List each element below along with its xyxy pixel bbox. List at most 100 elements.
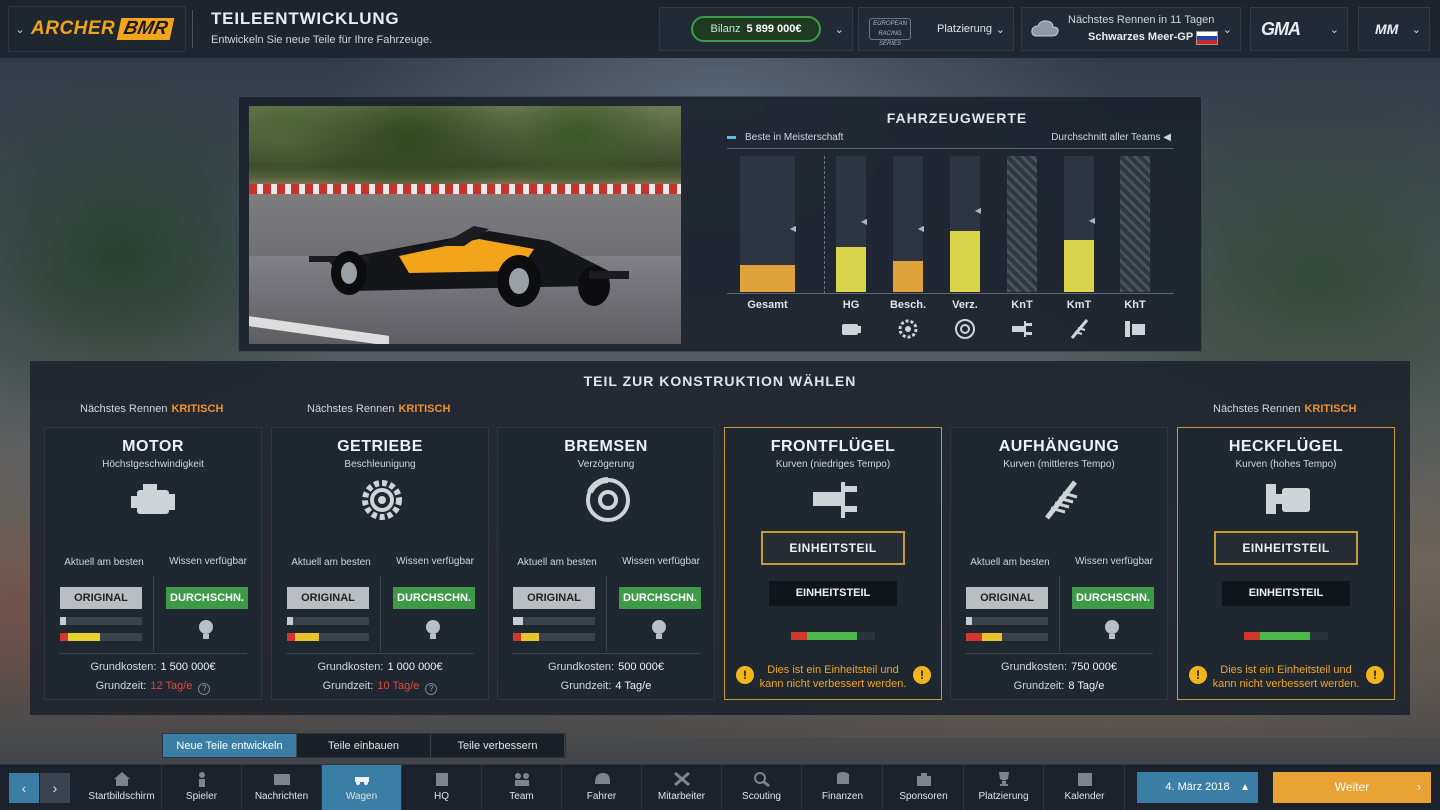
standings-label: Platzierung [937, 23, 993, 35]
critical-label: Nächstes Rennen [80, 403, 168, 415]
unit-part-button[interactable]: EINHEITSTEIL [1214, 531, 1358, 565]
unit-part-button[interactable]: EINHEITSTEIL [761, 531, 905, 565]
average-badge[interactable]: DURCHSCHN. [393, 587, 475, 609]
standings-widget[interactable]: EUROPEAN RACING SERIES Platzierung ⌄ [858, 7, 1014, 51]
trophy-icon [998, 772, 1009, 786]
nav-startbildschirm[interactable]: Startbildschirm [82, 765, 162, 810]
current-date: 4. März 2018 [1165, 781, 1230, 793]
part-description: Kurven (mittleres Tempo) [1003, 459, 1115, 470]
page-title: TEILEENTWICKLUNG [211, 9, 400, 28]
original-badge[interactable]: ORIGINAL [966, 587, 1048, 609]
nav-fahrer[interactable]: Fahrer [562, 765, 642, 810]
mail-icon [273, 774, 290, 785]
original-badge[interactable]: ORIGINAL [287, 587, 369, 609]
chart-title: FAHRZEUGWERTE [886, 110, 1028, 126]
team-icon [514, 773, 529, 786]
team-selector[interactable]: ⌄ ARCHER BMR [8, 6, 186, 52]
nav-mitarbeiter[interactable]: Mitarbeiter [642, 765, 722, 810]
knowledge-label: Wissen verfügbar [622, 556, 700, 567]
back-arrow-button[interactable]: ‹ [9, 773, 39, 803]
tab-new-parts[interactable]: Neue Teile entwickeln [163, 734, 297, 757]
bar-label: Besch. [889, 299, 927, 311]
part-card-bremsen[interactable]: BREMSEN Verzögerung Aktuell am besten Wi… [497, 427, 715, 700]
original-badge[interactable]: ORIGINAL [513, 587, 595, 609]
critical-badge-motor: Nächstes Rennen KRITISCH [80, 403, 223, 415]
part-card-frontfluegel[interactable]: FRONTFLÜGEL Kurven (niedriges Tempo) EIN… [724, 427, 942, 700]
nav-nachrichten[interactable]: Nachrichten [242, 765, 322, 810]
logo-text-archer: ARCHER [31, 18, 116, 39]
part-name: HECKFLÜGEL [1228, 438, 1344, 455]
average-badge[interactable]: DURCHSCHN. [619, 587, 701, 609]
stat-bar-top [966, 617, 1048, 625]
original-badge[interactable]: ORIGINAL [60, 587, 142, 609]
nav-team[interactable]: Team [482, 765, 562, 810]
nav-label: Platzierung [978, 791, 1029, 802]
lightbulb-icon [1105, 620, 1119, 639]
chevron-down-icon: ⌄ [1411, 24, 1421, 36]
bar-fill [950, 231, 980, 292]
info-icon[interactable]: ? [425, 683, 438, 695]
base-cost: Grundkosten: 500 000€ [548, 661, 664, 673]
divider [286, 653, 474, 654]
bar-column-knt [1007, 156, 1037, 292]
chevron-down-icon: ⌄ [834, 24, 844, 36]
critical-label: Nächstes Rennen [307, 403, 395, 415]
unit-part-warning: Dies ist ein Einheitsteil und kann nicht… [759, 664, 907, 690]
nav-label: Fahrer [586, 791, 617, 802]
legend-average-label: Durchschnitt aller Teams [1051, 132, 1161, 143]
nav-hq[interactable]: HQ [402, 765, 482, 810]
bar-column-besch: ◀ [893, 156, 924, 292]
game-menu-widget[interactable]: MM ⌄ [1358, 7, 1430, 51]
info-icon[interactable]: ? [198, 683, 211, 695]
divider [1059, 576, 1060, 652]
part-description: Verzögerung [577, 459, 635, 470]
critical-value: KRITISCH [1304, 403, 1357, 415]
nav-label: Team [509, 791, 534, 802]
nav-platzierung[interactable]: Platzierung [964, 765, 1044, 810]
part-card-motor[interactable]: MOTOR Höchstgeschwindigkeit Aktuell am b… [44, 427, 262, 700]
forward-arrow-button[interactable]: › [40, 773, 70, 803]
car-values-chart: FAHRZEUGWERTE Beste in Meisterschaft Dur… [727, 97, 1187, 353]
average-badge[interactable]: DURCHSCHN. [1072, 587, 1154, 609]
nav-spieler[interactable]: Spieler [162, 765, 242, 810]
balance-pill: Bilanz 5 899 000€ [691, 16, 821, 42]
continue-label: Weiter [1334, 780, 1370, 794]
suspension-icon [1070, 319, 1089, 339]
stat-bar [791, 632, 875, 640]
car-values-panel: FAHRZEUGWERTE Beste in Meisterschaft Dur… [238, 96, 1202, 352]
nav-finanzen[interactable]: Finanzen [803, 765, 883, 810]
brake-icon [955, 319, 975, 339]
tab-install-parts[interactable]: Teile einbauen [297, 734, 431, 757]
engine-icon [842, 324, 861, 335]
rear-wing-icon [1125, 321, 1145, 337]
part-card-heckfluegel[interactable]: HECKFLÜGEL Kurven (hohes Tempo) EINHEITS… [1177, 427, 1395, 700]
front-wing-icon [813, 482, 857, 518]
base-cost: Grundkosten: 1 500 000€ [90, 661, 216, 673]
nav-sponsoren[interactable]: Sponsoren [884, 765, 964, 810]
front-wing-icon [1012, 321, 1032, 337]
continue-button[interactable]: Weiter › [1273, 772, 1431, 803]
part-card-getriebe[interactable]: GETRIEBE Beschleunigung Aktuell am beste… [271, 427, 489, 700]
sponsor-widget[interactable]: GMA ⌄ [1250, 7, 1348, 51]
average-badge[interactable]: DURCHSCHN. [166, 587, 248, 609]
nav-scouting[interactable]: Scouting [722, 765, 802, 810]
tab-improve-parts[interactable]: Teile verbessern [431, 734, 565, 757]
cloud-icon [1031, 20, 1059, 37]
nav-wagen[interactable]: Wagen [322, 765, 402, 810]
unit-part-warning: Dies ist ein Einheitsteil und kann nicht… [1212, 664, 1360, 690]
nav-kalender[interactable]: Kalender [1045, 765, 1125, 810]
part-description: Beschleunigung [344, 459, 416, 470]
game-logo: MM [1375, 21, 1399, 37]
date-selector[interactable]: 4. März 2018 ▲ [1137, 772, 1258, 803]
part-description: Kurven (niedriges Tempo) [775, 459, 891, 470]
part-card-aufhaengung[interactable]: AUFHÄNGUNG Kurven (mittleres Tempo) Aktu… [950, 427, 1168, 700]
divider [192, 10, 193, 48]
warning-icon: ! [1366, 666, 1384, 684]
critical-badge-getriebe: Nächstes Rennen KRITISCH [307, 403, 450, 415]
average-marker-icon: ◀ [974, 206, 981, 215]
balance-widget[interactable]: Bilanz 5 899 000€ ⌄ [659, 7, 853, 51]
bar-fill [1064, 240, 1094, 292]
stat-bar-top [60, 617, 142, 625]
car-preview-image [249, 106, 681, 344]
next-race-widget[interactable]: Nächstes Rennen in 11 Tagen Schwarzes Me… [1021, 7, 1241, 51]
